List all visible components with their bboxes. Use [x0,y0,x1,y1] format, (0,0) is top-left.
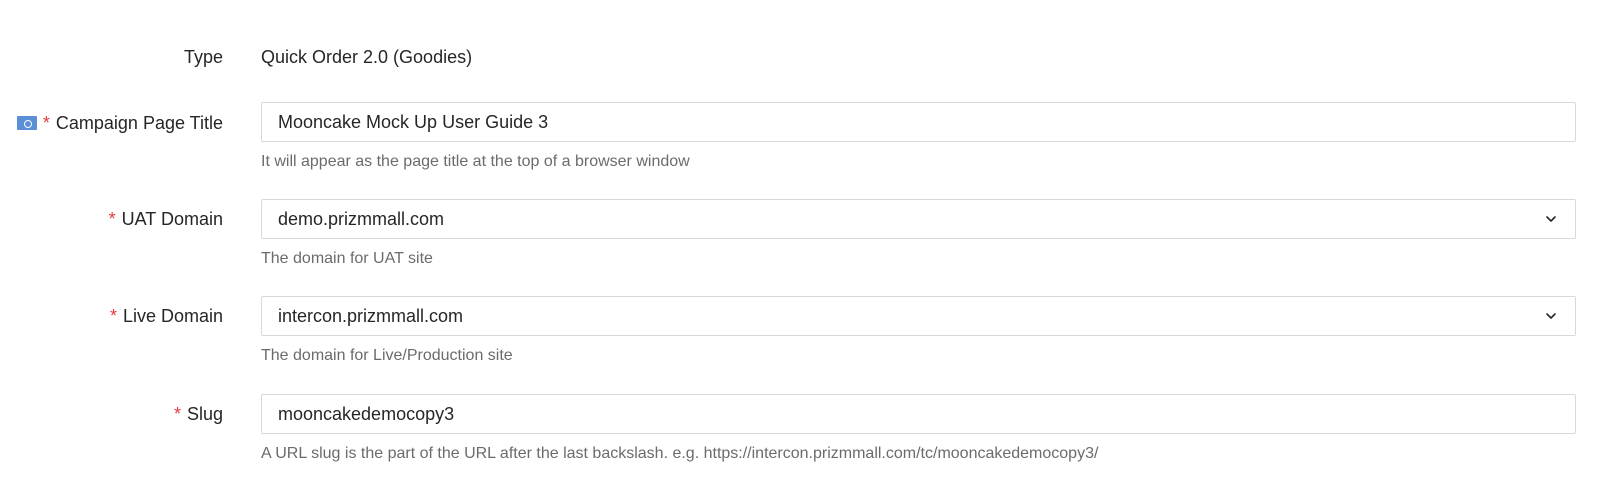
required-marker: * [173,404,181,424]
uat-domain-selected-value: demo.prizmmall.com [278,208,445,229]
slug-help: A URL slug is the part of the URL after … [261,445,1099,462]
slug-input-wrapper[interactable] [261,394,1576,434]
campaign-title-input[interactable] [278,111,1559,133]
slug-input[interactable] [278,403,1559,425]
type-value: Quick Order 2.0 (Goodies) [261,47,473,67]
live-domain-selected-value: intercon.prizmmall.com [278,305,464,326]
required-marker: * [108,209,116,229]
live-domain-label: * Live Domain [109,306,223,326]
uat-domain-help: The domain for UAT site [261,250,433,267]
live-domain-help: The domain for Live/Production site [261,347,513,364]
required-marker: * [109,306,117,326]
campaign-title-input-wrapper[interactable] [261,102,1576,142]
uat-domain-select[interactable]: demo.prizmmall.com [261,199,1576,239]
live-domain-select[interactable]: intercon.prizmmall.com [261,296,1576,336]
campaign-title-help: It will appear as the page title at the … [261,153,690,170]
chevron-down-icon[interactable] [1543,308,1559,324]
chevron-down-icon[interactable] [1543,211,1559,227]
required-marker: * [42,113,50,133]
language-flag-icon[interactable] [16,116,37,130]
type-label: Type [183,47,223,67]
slug-label: * Slug [173,404,223,424]
campaign-title-label: * Campaign Page Title [16,111,223,135]
uat-domain-label: * UAT Domain [108,209,223,229]
campaign-settings-form: Type Quick Order 2.0 (Goodies) * Campaig… [0,0,1600,480]
